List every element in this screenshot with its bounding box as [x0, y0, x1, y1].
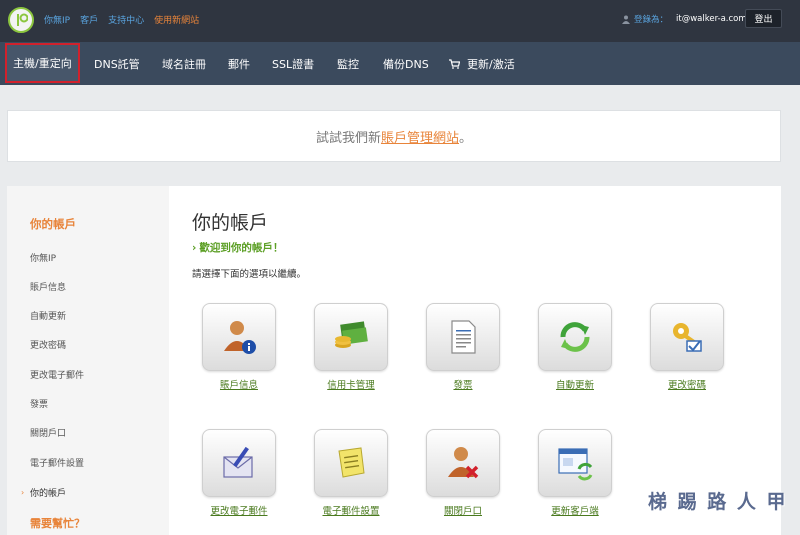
sidebar-item-your-account[interactable]: 你的帳戶: [30, 486, 66, 499]
sidebar-item-change-password[interactable]: 更改密碼: [30, 338, 66, 351]
page-title: 你的帳戶: [192, 212, 269, 234]
tile-label-close-account[interactable]: 關閉戶口: [408, 503, 518, 517]
user-email: it@walker-a.com: [676, 14, 747, 24]
note-icon: [338, 447, 365, 478]
tile-label-account-info[interactable]: 賬戶信息: [184, 377, 294, 391]
tile-label-update-client[interactable]: 更新客戶端: [520, 503, 630, 517]
sidebar-item-change-email[interactable]: 更改電子郵件: [30, 368, 84, 381]
key-icon: [673, 323, 702, 352]
sidebar-title: 你的帳戶: [30, 217, 76, 231]
banner-prefix: 試試我們新: [315, 130, 381, 146]
auto-renew-icon: [560, 322, 590, 352]
nav-backup-dns[interactable]: 備份DNS: [383, 42, 429, 85]
nav-host-redirect[interactable]: 主機/重定向: [5, 43, 80, 83]
sidebar: 你的帳戶 你無IP 賬戶信息 自動更新 更改密碼 更改電子郵件 發票 關閉戶口 …: [7, 186, 169, 535]
nav-ssl[interactable]: SSL證書: [272, 42, 314, 85]
nav-mail[interactable]: 郵件: [228, 42, 250, 85]
tile-auto-renew[interactable]: [538, 303, 612, 371]
tile-change-email[interactable]: [202, 429, 276, 497]
main-nav: 主機/重定向 DNS託管 域名註冊 郵件 SSL證書 監控 備份DNS 更新/激…: [0, 42, 800, 85]
instruction-text: 請選擇下面的選項以繼續。: [192, 269, 307, 280]
close-account-icon: [448, 447, 479, 479]
logo-icon: [17, 13, 28, 26]
tile-label-change-password[interactable]: 更改密碼: [632, 377, 742, 391]
sidebar-item-close-account[interactable]: 關閉戶口: [30, 426, 66, 439]
login-label: 登錄為：: [634, 15, 669, 25]
promo-banner: 試試我們新 賬戶管理網站 。: [7, 110, 781, 162]
current-arrow-icon: ›: [21, 488, 25, 497]
tile-label-change-email[interactable]: 更改電子郵件: [184, 503, 294, 517]
tile-label-email-settings[interactable]: 電子郵件設置: [296, 503, 406, 517]
user-icon: [622, 15, 630, 24]
update-client-icon: [558, 448, 593, 481]
invoice-icon: [451, 320, 476, 354]
logout-button[interactable]: 登出: [745, 9, 782, 28]
money-icon: [335, 321, 368, 348]
nav-dns-hosting[interactable]: DNS託管: [94, 42, 140, 85]
nav-domain-registration[interactable]: 域名註冊: [162, 42, 206, 85]
sidebar-item-noip[interactable]: 你無IP: [30, 251, 56, 264]
tile-label-auto-renew[interactable]: 自動更新: [520, 377, 630, 391]
account-panel: 你的帳戶 你無IP 賬戶信息 自動更新 更改密碼 更改電子郵件 發票 關閉戶口 …: [7, 186, 781, 535]
tile-credit-card[interactable]: [314, 303, 388, 371]
sidebar-help[interactable]: 需要幫忙？: [30, 515, 85, 531]
sidebar-item-invoices[interactable]: 發票: [30, 397, 48, 410]
tile-update-client[interactable]: [538, 429, 612, 497]
tile-label-credit-card[interactable]: 信用卡管理: [296, 377, 406, 391]
top-links: 你無IP 客戶 支持中心 使用新網站: [44, 13, 199, 26]
sidebar-item-email-settings[interactable]: 電子郵件設置: [30, 456, 84, 469]
tile-change-password[interactable]: [650, 303, 724, 371]
top-link-new-site[interactable]: 使用新網站: [154, 13, 199, 26]
nav-renew-label: 更新/激活: [467, 57, 515, 71]
banner-suffix: 。: [459, 130, 473, 146]
tile-account-info[interactable]: [202, 303, 276, 371]
sidebar-item-account-info[interactable]: 賬戶信息: [30, 280, 66, 293]
top-bar: 你無IP 客戶 支持中心 使用新網站 登錄為： it@walker-a.com …: [0, 0, 800, 42]
nav-monitoring[interactable]: 監控: [337, 42, 359, 85]
welcome-message: 歡迎到你的帳戶！: [192, 240, 283, 255]
cart-icon: [449, 58, 460, 69]
tile-close-account[interactable]: [426, 429, 500, 497]
banner-link[interactable]: 賬戶管理網站: [381, 127, 459, 146]
user-area: 登錄為： it@walker-a.com: [622, 13, 747, 25]
top-link-support[interactable]: 支持中心: [108, 13, 144, 26]
user-info-icon: [224, 321, 256, 354]
tile-invoices[interactable]: [426, 303, 500, 371]
top-link-customer[interactable]: 客戶: [80, 13, 98, 26]
sidebar-item-auto-renew[interactable]: 自動更新: [30, 309, 66, 322]
nav-renew-activate[interactable]: 更新/激活: [449, 42, 515, 85]
watermark: 梯 踢 路 人 甲: [648, 491, 788, 513]
tile-label-invoices[interactable]: 發票: [408, 377, 518, 391]
logo[interactable]: [8, 7, 34, 33]
tile-email-settings[interactable]: [314, 429, 388, 497]
email-edit-icon: [223, 446, 253, 478]
top-link-noip[interactable]: 你無IP: [44, 13, 70, 26]
